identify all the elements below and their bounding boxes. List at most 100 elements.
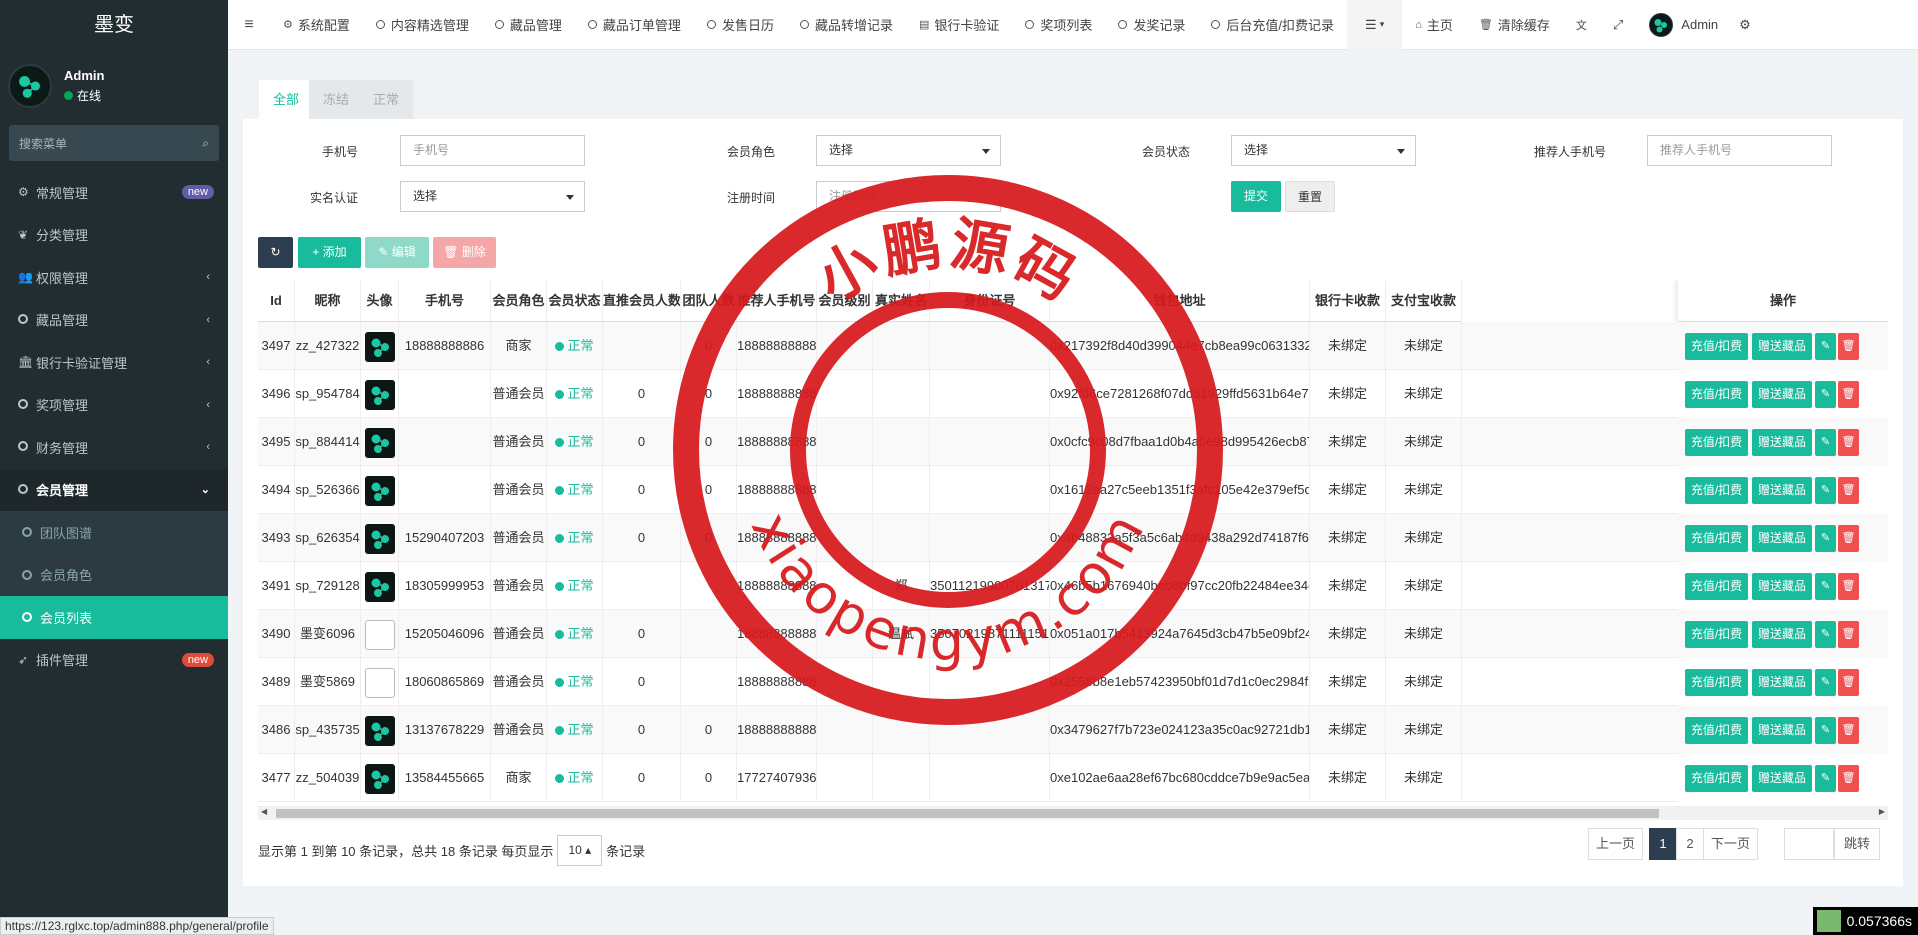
sidebar-item-1[interactable]: ❦ 分类管理 — [0, 214, 228, 257]
recharge-button[interactable]: 充值/扣费 — [1685, 669, 1748, 696]
gift-collectible-button[interactable]: 赠送藏品 — [1752, 333, 1812, 360]
cell-avatar[interactable] — [361, 706, 399, 754]
status-select[interactable]: 选择 — [1231, 135, 1416, 166]
cell-avatar[interactable] — [361, 370, 399, 418]
add-button[interactable]: + 添加 — [298, 237, 361, 268]
brand-logo[interactable]: 墨变 — [0, 0, 228, 50]
broken-image-icon[interactable] — [364, 667, 395, 698]
cell-avatar[interactable] — [361, 562, 399, 610]
more-tabs-dropdown[interactable]: ☰ ▾ — [1347, 0, 1403, 50]
menu-toggle-icon[interactable]: ≡ — [228, 16, 270, 34]
page-2-button[interactable]: 2 — [1676, 828, 1704, 860]
cell-avatar[interactable] — [361, 754, 399, 802]
delete-row-icon[interactable]: 🗑 — [1838, 429, 1859, 456]
phone-input[interactable]: 手机号 — [400, 135, 585, 166]
submit-button[interactable]: 提交 — [1231, 181, 1281, 212]
clear-cache-button[interactable]: 🗑 清除缓存 — [1466, 0, 1563, 50]
top-tab-0[interactable]: ⚙ 系统配置 — [270, 0, 363, 50]
jump-page-input[interactable] — [1784, 828, 1834, 860]
edit-row-icon[interactable]: ✎ — [1815, 765, 1836, 792]
scrollbar-thumb[interactable] — [276, 809, 1659, 818]
prev-page-button[interactable]: 上一页 — [1588, 828, 1643, 860]
avatar-thumbnail[interactable] — [364, 427, 395, 458]
gift-collectible-button[interactable]: 赠送藏品 — [1752, 717, 1812, 744]
top-tab-3[interactable]: 藏品订单管理 — [575, 0, 694, 50]
col-header-direct[interactable]: 直推会员人数 — [603, 280, 681, 322]
table-row[interactable]: 3496 sp_954784 普通会员 正常 0 0 18888888888 0x92f06c… — [258, 370, 1888, 418]
sidebar-item-7[interactable]: 会员管理 ⌄ — [0, 468, 228, 511]
refresh-button[interactable]: ↻ — [258, 237, 293, 268]
edit-row-icon[interactable]: ✎ — [1815, 573, 1836, 600]
delete-button[interactable]: 🗑 删除 — [433, 237, 496, 268]
col-header-wallet[interactable]: 钱包地址 — [1050, 280, 1310, 322]
delete-row-icon[interactable]: 🗑 — [1838, 717, 1859, 744]
sidebar-item-5[interactable]: 奖项管理 ‹ — [0, 384, 228, 427]
table-row[interactable]: 3490 墨变6096 15205046096 普通会员 正常 0 18888888888 温… — [258, 610, 1888, 658]
referrer-phone-input[interactable]: 推荐人手机号 — [1647, 135, 1832, 166]
edit-button[interactable]: ✎ 编辑 — [365, 237, 429, 268]
top-tab-5[interactable]: 藏品转增记录 — [787, 0, 906, 50]
edit-row-icon[interactable]: ✎ — [1815, 717, 1836, 744]
delete-row-icon[interactable]: 🗑 — [1838, 669, 1859, 696]
sidebar-subitem-0[interactable]: 团队图谱 — [0, 511, 228, 554]
role-select[interactable]: 选择 — [816, 135, 1001, 166]
top-tab-8[interactable]: 发奖记录 — [1105, 0, 1198, 50]
regtime-input[interactable]: 注册时间 — [816, 181, 1001, 212]
delete-row-icon[interactable]: 🗑 — [1838, 573, 1859, 600]
col-header-bank[interactable]: 银行卡收款 — [1310, 280, 1386, 322]
col-header-avatar[interactable]: 头像 — [361, 280, 399, 322]
recharge-button[interactable]: 充值/扣费 — [1685, 765, 1748, 792]
table-row[interactable]: 3493 sp_626354 15290407203 普通会员 正常 0 0 18888888… — [258, 514, 1888, 562]
settings-gear-icon[interactable]: ⚙ — [1731, 0, 1759, 50]
avatar-thumbnail[interactable] — [364, 475, 395, 506]
avatar-thumbnail[interactable] — [364, 331, 395, 362]
avatar-thumbnail[interactable] — [364, 379, 395, 410]
cell-avatar[interactable] — [361, 322, 399, 370]
avatar-thumbnail[interactable] — [364, 523, 395, 554]
scroll-right-icon[interactable]: ▶ — [1879, 807, 1885, 816]
edit-row-icon[interactable]: ✎ — [1815, 621, 1836, 648]
col-header-idcard[interactable]: 身份证号 — [930, 280, 1050, 322]
col-header-id[interactable]: Id — [258, 280, 295, 322]
cell-avatar[interactable] — [361, 610, 399, 658]
top-tab-7[interactable]: 奖项列表 — [1012, 0, 1105, 50]
col-header-team[interactable]: 团队人数 — [681, 280, 737, 322]
table-row[interactable]: 3495 sp_884414 普通会员 正常 0 0 18888888888 0x0cfc9c… — [258, 418, 1888, 466]
recharge-button[interactable]: 充值/扣费 — [1685, 333, 1748, 360]
recharge-button[interactable]: 充值/扣费 — [1685, 717, 1748, 744]
table-row[interactable]: 3491 sp_729128 18305999953 普通会员 正常 1888888888… — [258, 562, 1888, 610]
table-row[interactable]: 3494 sp_526366 普通会员 正常 0 0 18888888888 0x1612ea… — [258, 466, 1888, 514]
cell-avatar[interactable] — [361, 514, 399, 562]
sidebar-item-plugins[interactable]: ➶ 插件管理 new — [0, 639, 228, 682]
tab-normal[interactable]: 正常 — [359, 80, 414, 119]
gift-collectible-button[interactable]: 赠送藏品 — [1752, 429, 1812, 456]
search-icon[interactable]: ⌕ — [202, 136, 209, 151]
recharge-button[interactable]: 充值/扣费 — [1685, 429, 1748, 456]
avatar-thumbnail[interactable] — [364, 571, 395, 602]
language-toggle[interactable]: 文 — [1563, 0, 1600, 50]
gift-collectible-button[interactable]: 赠送藏品 — [1752, 621, 1812, 648]
page-1-button[interactable]: 1 — [1649, 828, 1677, 860]
col-header-level[interactable]: 会员级别 — [817, 280, 873, 322]
col-header-alipay[interactable]: 支付宝收款 — [1386, 280, 1462, 322]
top-tab-4[interactable]: 发售日历 — [694, 0, 787, 50]
gift-collectible-button[interactable]: 赠送藏品 — [1752, 669, 1812, 696]
col-header-phone[interactable]: 手机号 — [399, 280, 491, 322]
scroll-left-icon[interactable]: ◀ — [261, 807, 267, 816]
gift-collectible-button[interactable]: 赠送藏品 — [1752, 525, 1812, 552]
table-row[interactable]: 3489 墨变5869 18060865869 普通会员 正常 0 18888888888 0… — [258, 658, 1888, 706]
recharge-button[interactable]: 充值/扣费 — [1685, 525, 1748, 552]
avatar-thumbnail[interactable] — [364, 715, 395, 746]
delete-row-icon[interactable]: 🗑 — [1838, 621, 1859, 648]
broken-image-icon[interactable] — [364, 619, 395, 650]
delete-row-icon[interactable]: 🗑 — [1838, 381, 1859, 408]
edit-row-icon[interactable]: ✎ — [1815, 381, 1836, 408]
sidebar-item-4[interactable]: 🏛 银行卡验证管理 ‹ — [0, 341, 228, 384]
home-link[interactable]: ⌂ 主页 — [1402, 0, 1466, 50]
delete-row-icon[interactable]: 🗑 — [1838, 525, 1859, 552]
cell-avatar[interactable] — [361, 418, 399, 466]
fullscreen-button[interactable]: ⤢ — [1600, 0, 1636, 50]
edit-row-icon[interactable]: ✎ — [1815, 333, 1836, 360]
delete-row-icon[interactable]: 🗑 — [1838, 765, 1859, 792]
admin-menu[interactable]: Admin — [1636, 0, 1731, 50]
